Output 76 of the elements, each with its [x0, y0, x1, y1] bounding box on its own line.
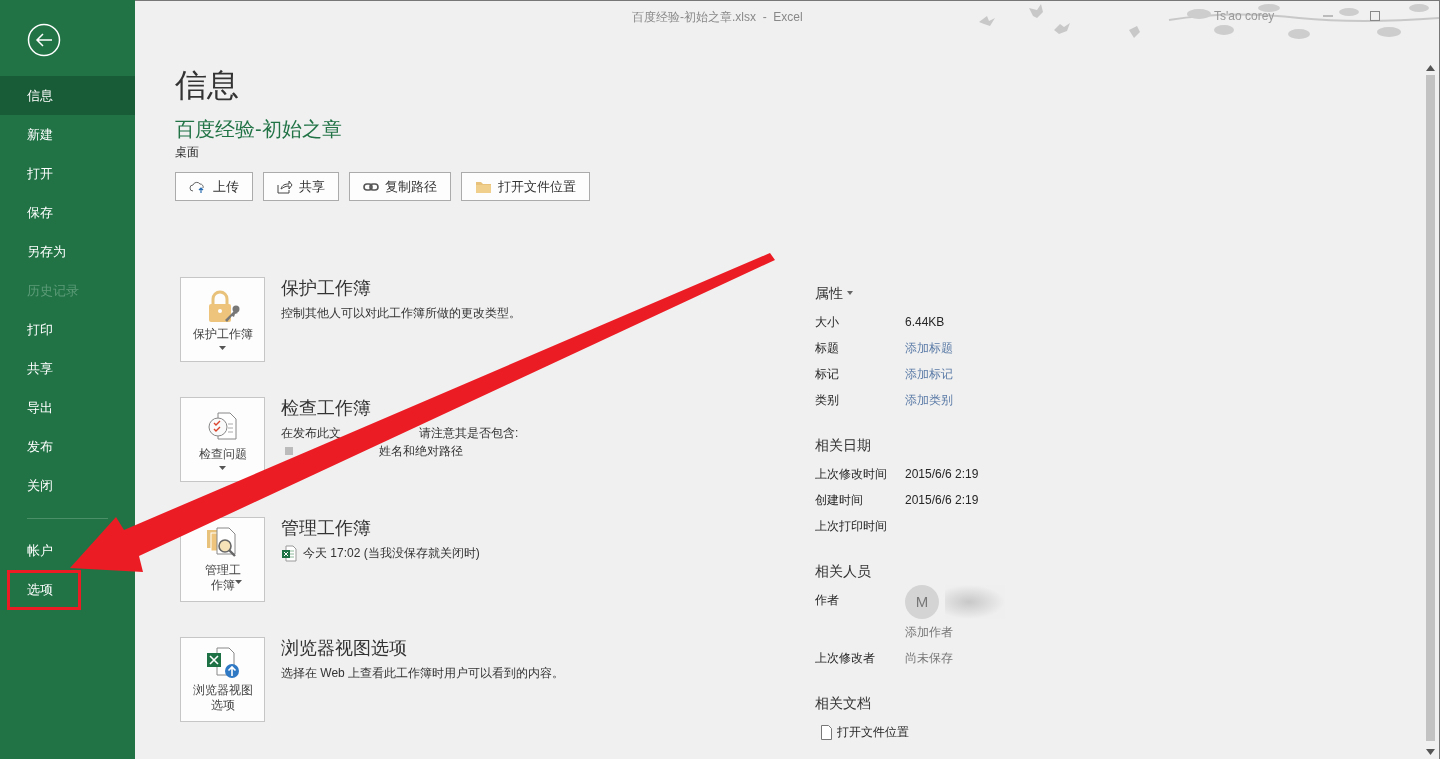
- scrollbar[interactable]: [1424, 65, 1437, 755]
- cloud-upload-icon: [189, 179, 207, 194]
- browser-button[interactable]: 浏览器视图选项: [180, 637, 265, 722]
- bullet-icon: [285, 447, 293, 455]
- property-label: 类别: [815, 392, 840, 409]
- property-link[interactable]: 添加类别: [905, 387, 953, 413]
- section-title: 管理工作簿: [281, 517, 372, 539]
- sidebar-item[interactable]: 选项: [0, 570, 65, 609]
- description-text: 控制其他人可以对此工作簿所做的更改类型。: [281, 305, 521, 322]
- blurred-name: [945, 585, 1005, 619]
- file-location: 桌面: [175, 145, 199, 160]
- property-label: 创建时间: [815, 492, 864, 509]
- property-label: 作者: [815, 592, 840, 609]
- property-label: 上次打印时间: [815, 518, 888, 535]
- caret-icon[interactable]: [847, 291, 853, 295]
- property-link[interactable]: 添加标记: [905, 361, 953, 387]
- sidebar-item[interactable]: 共享: [0, 349, 65, 388]
- link-button[interactable]: 复制路径: [349, 172, 451, 201]
- property-value: 尚未保存: [905, 650, 953, 667]
- description-text: 选择在 Web 上查看此工作簿时用户可以看到的内容。: [281, 665, 565, 682]
- group-heading[interactable]: 属性: [815, 283, 843, 303]
- page-title: 信息: [175, 66, 239, 104]
- description-text: 在发布此文: [281, 425, 341, 442]
- sidebar-item[interactable]: 新建: [0, 115, 65, 154]
- back-button[interactable]: [27, 23, 61, 57]
- sidebar-item[interactable]: 打开: [0, 154, 65, 193]
- sidebar-item[interactable]: 发布: [0, 427, 65, 466]
- link-icon: [363, 181, 379, 192]
- sidebar-item[interactable]: 帐户: [0, 531, 65, 570]
- property-label: 标题: [815, 340, 840, 357]
- property-value: 2015/6/6 2:19: [905, 466, 979, 483]
- maximize-icon: [1369, 10, 1381, 22]
- document-icon: [821, 724, 832, 740]
- property-value: 6.44KB: [905, 314, 945, 331]
- caret-icon: [219, 465, 226, 470]
- scroll-down-icon[interactable]: [1426, 749, 1435, 755]
- description-text: 请注意其是否包含:: [419, 425, 519, 442]
- property-label: 标记: [815, 366, 840, 383]
- caret-icon: [219, 345, 226, 350]
- upload-button[interactable]: 上传: [175, 172, 253, 201]
- property-label: 上次修改者: [815, 650, 876, 667]
- share-icon: [277, 179, 293, 194]
- description-text: 姓名和绝对路径: [379, 443, 463, 460]
- inspect-button[interactable]: 检查问题: [180, 397, 265, 482]
- section-title: 检查工作簿: [281, 397, 372, 419]
- folder-icon: [475, 179, 492, 194]
- scroll-thumb[interactable]: [1426, 75, 1435, 741]
- property-link[interactable]: 添加标题: [905, 335, 953, 361]
- sidebar-item[interactable]: 另存为: [0, 232, 78, 271]
- spreadsheet-file-icon: [281, 544, 297, 562]
- group-heading: 相关文档: [815, 694, 871, 713]
- sidebar-item[interactable]: 信息: [0, 76, 135, 115]
- sidebar-item[interactable]: 保存: [0, 193, 65, 232]
- file-name: 百度经验-初始之章: [175, 117, 342, 142]
- open-location-link[interactable]: 打开文件位置: [837, 719, 909, 745]
- share-button[interactable]: 共享: [263, 172, 339, 201]
- property-value: 2015/6/6 2:19: [905, 492, 979, 509]
- window-title: 百度经验-初始之章.xlsx - Excel: [632, 9, 803, 26]
- avatar: M: [905, 585, 939, 619]
- protect-button[interactable]: 保护工作簿: [180, 277, 265, 362]
- manage-button[interactable]: 管理工作簿: [180, 517, 265, 602]
- section-title: 保护工作簿: [281, 277, 372, 299]
- folder-button[interactable]: 打开文件位置: [461, 172, 590, 201]
- sidebar-item[interactable]: 导出: [0, 388, 65, 427]
- sidebar-item[interactable]: 打印: [0, 310, 65, 349]
- spreadsheet-globe-icon: [204, 646, 241, 680]
- property-label: 上次修改时间: [815, 466, 888, 483]
- section-title: 浏览器视图选项: [281, 637, 408, 659]
- add-author-link[interactable]: 添加作者: [905, 619, 1005, 645]
- scroll-up-icon[interactable]: [1426, 65, 1435, 71]
- sidebar-item[interactable]: 关闭: [0, 466, 65, 505]
- group-heading: 相关人员: [815, 562, 871, 581]
- description-text: 今天 17:02 (当我没保存就关闭时): [303, 545, 480, 562]
- caret-icon: [235, 580, 242, 584]
- group-heading: 相关日期: [815, 436, 871, 455]
- property-label: 大小: [815, 314, 840, 331]
